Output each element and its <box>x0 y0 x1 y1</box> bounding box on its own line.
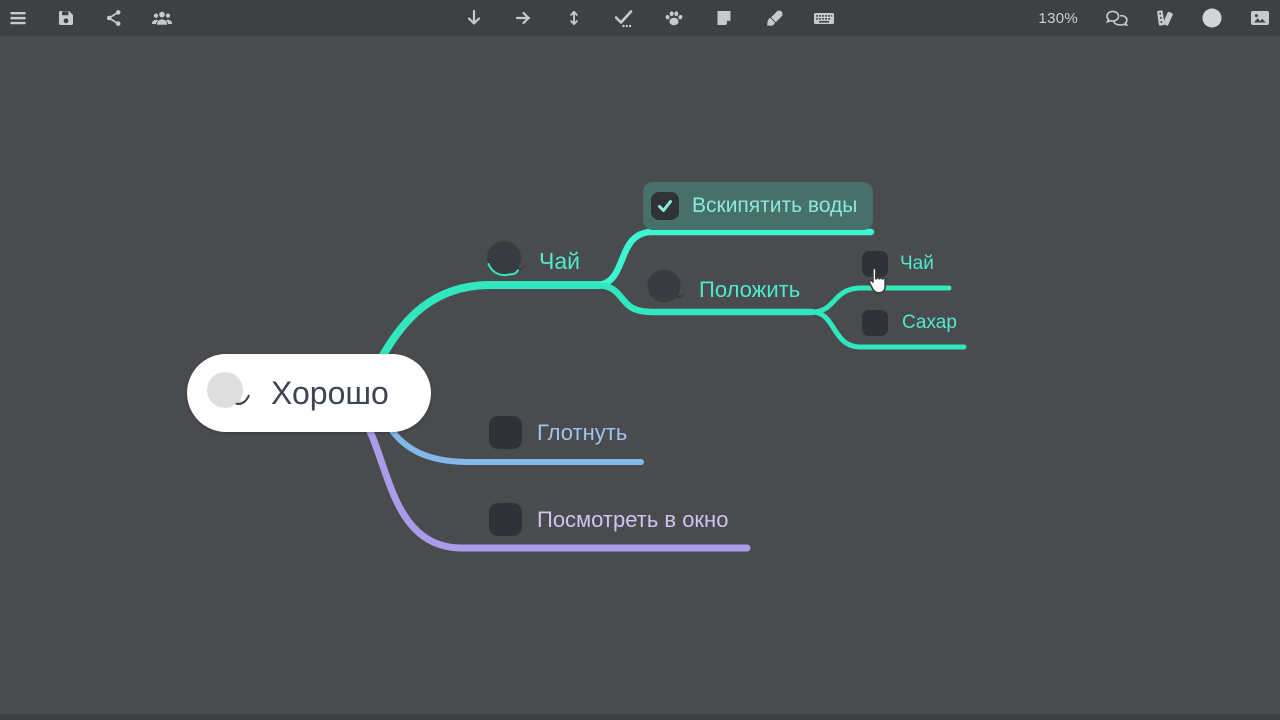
node-window-label: Посмотреть в окно <box>537 507 728 533</box>
toolbar-center <box>462 0 836 36</box>
node-sip-checkbox[interactable] <box>489 416 522 449</box>
avatar-circle-icon[interactable] <box>1200 6 1224 30</box>
toolbar-right: 130% <box>1038 0 1272 36</box>
branch-tea2 <box>812 288 949 312</box>
node-tea2-checkbox[interactable] <box>862 251 888 277</box>
node-put[interactable]: Положить <box>644 265 800 314</box>
root-bubble-icon <box>203 367 253 420</box>
node-tea2[interactable]: Чай <box>862 251 934 277</box>
image-icon[interactable] <box>1248 6 1272 30</box>
node-put-label: Положить <box>699 277 800 303</box>
node-sugar-label: Сахар <box>902 312 957 334</box>
put-bubble-icon <box>644 265 692 314</box>
node-window[interactable]: Посмотреть в окно <box>489 503 728 536</box>
check-icon <box>656 197 674 215</box>
node-boil-checkbox[interactable] <box>651 192 679 220</box>
mindmap-branches <box>0 0 1280 720</box>
toolbar-left <box>6 0 174 36</box>
node-boil-label: Вскипятить воды <box>692 194 857 218</box>
arrow-right-icon[interactable] <box>512 6 536 30</box>
node-root[interactable]: Хорошо <box>187 354 431 432</box>
tea-bubble-icon <box>483 236 531 287</box>
branch-tea-trunk <box>382 285 600 357</box>
share-icon[interactable] <box>102 6 126 30</box>
save-icon[interactable] <box>54 6 78 30</box>
node-tea-label: Чай <box>539 248 580 275</box>
menu-icon[interactable] <box>6 6 30 30</box>
app-window: 130% <box>0 0 1280 720</box>
paw-icon[interactable] <box>662 6 686 30</box>
node-sip[interactable]: Глотнуть <box>489 416 627 449</box>
node-sip-label: Глотнуть <box>537 420 627 446</box>
arrow-down-icon[interactable] <box>462 6 486 30</box>
node-sugar[interactable]: Сахар <box>862 310 957 336</box>
collaborators-icon[interactable] <box>150 6 174 30</box>
tasks-check-icon[interactable] <box>612 6 636 30</box>
node-sugar-checkbox[interactable] <box>862 310 888 336</box>
toolbar: 130% <box>0 0 1280 36</box>
arrow-updown-icon[interactable] <box>562 6 586 30</box>
brush-icon[interactable] <box>762 6 786 30</box>
node-tea2-label: Чай <box>900 253 934 275</box>
note-icon[interactable] <box>712 6 736 30</box>
node-window-checkbox[interactable] <box>489 503 522 536</box>
chat-icon[interactable] <box>1104 6 1128 30</box>
zoom-level[interactable]: 130% <box>1038 10 1078 27</box>
node-root-label: Хорошо <box>271 375 389 412</box>
style-palette-icon[interactable] <box>1152 6 1176 30</box>
node-tea[interactable]: Чай <box>483 236 580 287</box>
keyboard-icon[interactable] <box>812 6 836 30</box>
node-boil[interactable]: Вскипятить воды <box>643 182 873 230</box>
bottom-edge <box>0 714 1280 720</box>
